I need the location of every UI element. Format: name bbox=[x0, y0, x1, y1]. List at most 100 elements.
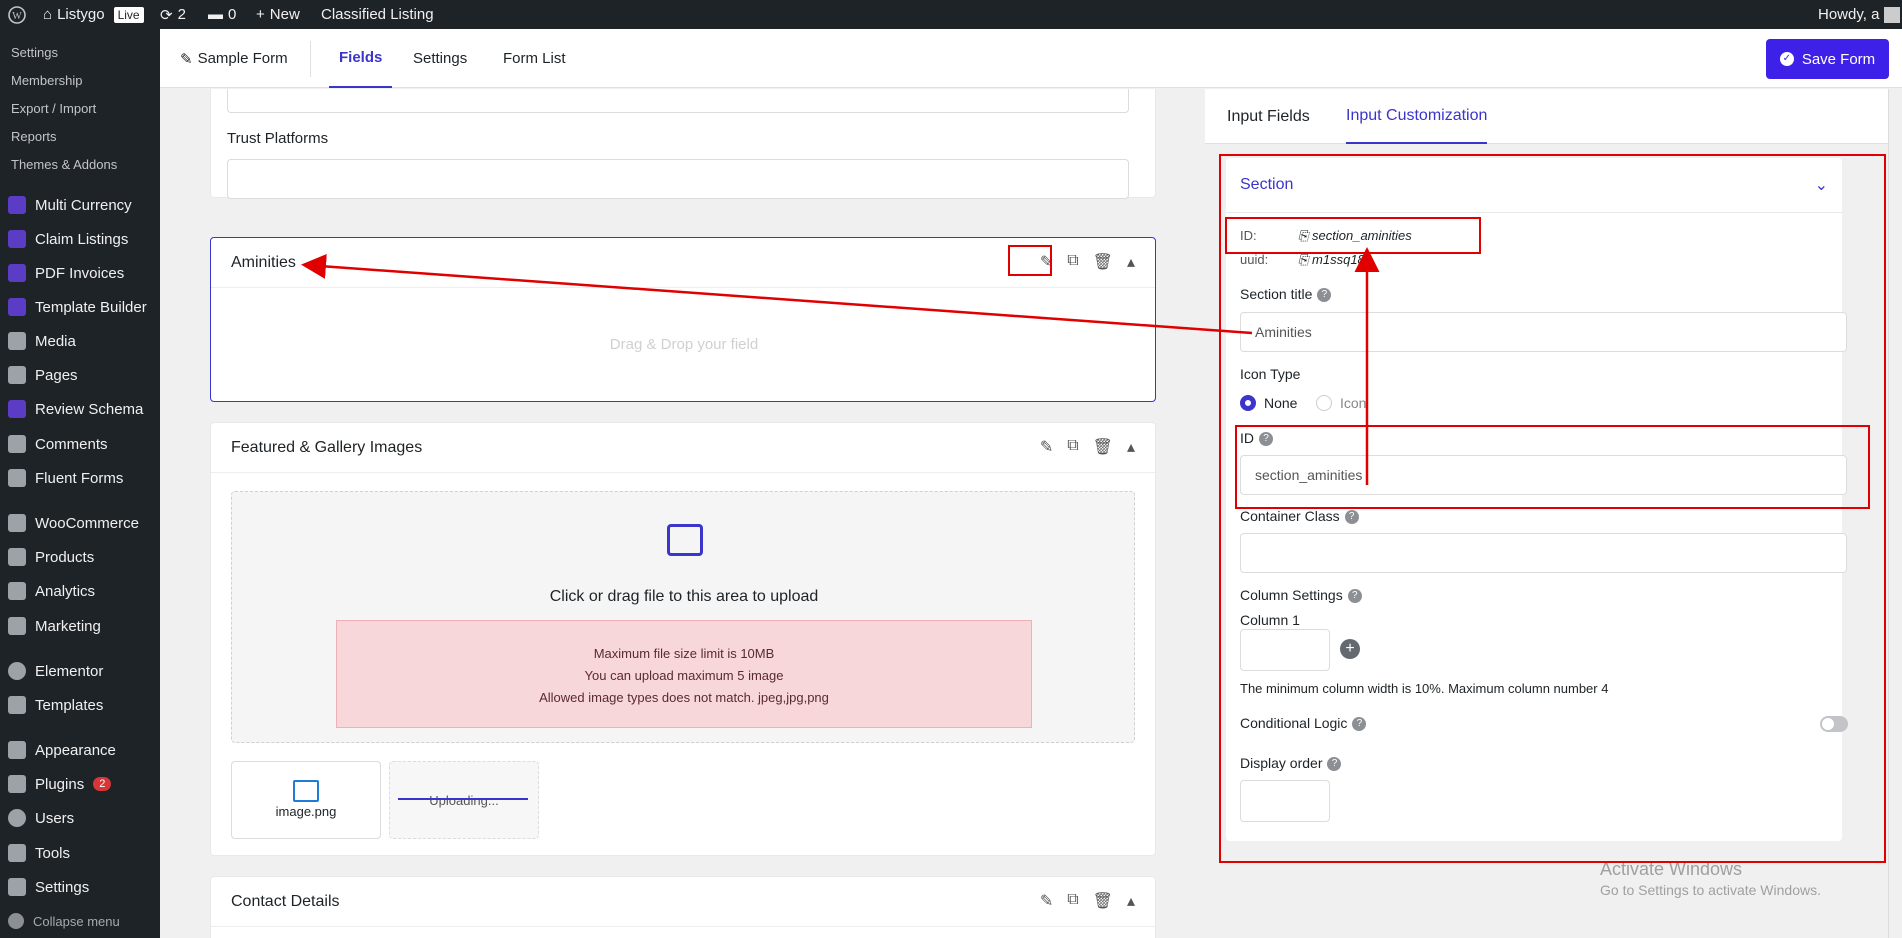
previous-input[interactable] bbox=[227, 89, 1129, 113]
sidebar-item-pages[interactable]: Pages bbox=[0, 360, 160, 390]
trash-icon[interactable]: 🗑 bbox=[1093, 891, 1113, 911]
save-form-button[interactable]: ✓ Save Form bbox=[1766, 39, 1889, 79]
icon-type-icon[interactable]: Icon bbox=[1316, 395, 1366, 411]
section-header[interactable]: Section ⌄ bbox=[1226, 158, 1842, 213]
radio-checked-icon bbox=[1240, 395, 1256, 411]
contact-section[interactable]: Contact Details ✎ ⧉ 🗑 ▴ bbox=[210, 876, 1156, 938]
copy-icon: ⎘ bbox=[1298, 252, 1309, 267]
sidebar-item-plugins[interactable]: Plugins 2 bbox=[0, 769, 160, 799]
copy-icon[interactable]: ⧉ bbox=[1067, 252, 1078, 272]
id-input[interactable]: section_aminities bbox=[1240, 455, 1847, 495]
container-class-input[interactable] bbox=[1240, 533, 1847, 573]
forms-icon bbox=[8, 469, 26, 487]
upload-text: Click or drag file to this area to uploa… bbox=[549, 588, 819, 605]
tab-input-customization[interactable]: Input Customization bbox=[1346, 89, 1488, 144]
help-icon: ? bbox=[1259, 432, 1273, 447]
uuid-value[interactable]: ⎘ m1ssq189 bbox=[1298, 252, 1372, 268]
sidebar-item-tools[interactable]: Tools bbox=[0, 838, 160, 868]
id-meta-value[interactable]: ⎘ section_aminities bbox=[1298, 228, 1412, 244]
help-icon: ? bbox=[1347, 589, 1362, 604]
sidebar-item-multi-currency[interactable]: Multi Currency bbox=[0, 190, 160, 220]
conditional-logic-toggle[interactable] bbox=[1820, 716, 1848, 732]
sidebar-item-analytics[interactable]: Analytics bbox=[0, 576, 160, 606]
live-badge: Live bbox=[113, 6, 144, 23]
add-column-icon[interactable]: + bbox=[1340, 639, 1360, 659]
sidebar-sub-membership[interactable]: Membership bbox=[11, 73, 83, 88]
classified-link[interactable]: Classified Listing bbox=[321, 0, 434, 29]
caret-up-icon[interactable]: ▴ bbox=[1127, 437, 1135, 457]
site-link[interactable]: ⌂ Listygo Live bbox=[43, 0, 144, 29]
users-icon bbox=[8, 809, 26, 827]
sidebar-item-woocommerce[interactable]: WooCommerce bbox=[0, 508, 160, 538]
help-icon: ? bbox=[1327, 757, 1342, 772]
new-link[interactable]: + New bbox=[256, 0, 300, 29]
column-1-input[interactable] bbox=[1240, 629, 1330, 671]
edit-icon[interactable]: ✎ bbox=[1040, 437, 1053, 457]
home-icon: ⌂ bbox=[43, 6, 53, 23]
sidebar-sub-themes[interactable]: Themes & Addons bbox=[11, 157, 117, 172]
aminities-header: Aminities bbox=[211, 238, 1155, 288]
sidebar-item-templates[interactable]: Templates bbox=[0, 690, 160, 720]
howdy-link[interactable]: Howdy, a bbox=[1818, 0, 1901, 29]
aminities-section[interactable]: Aminities ✎ ⧉ 🗑 ▴ Drag & Drop your field bbox=[210, 237, 1156, 402]
caret-up-icon[interactable]: ▴ bbox=[1127, 252, 1135, 272]
elementor-icon bbox=[8, 662, 26, 680]
sidebar-item-pdf-invoices[interactable]: PDF Invoices bbox=[0, 258, 160, 288]
sidebar-sub-export[interactable]: Export / Import bbox=[11, 101, 96, 116]
folder-icon bbox=[8, 696, 26, 714]
trust-platforms-input[interactable] bbox=[227, 159, 1129, 199]
copy-icon[interactable]: ⧉ bbox=[1067, 891, 1078, 911]
form-name[interactable]: ✎ Sample Form bbox=[180, 29, 288, 88]
sidebar-item-products[interactable]: Products bbox=[0, 542, 160, 572]
tab-input-fields[interactable]: Input Fields bbox=[1227, 89, 1310, 144]
form-canvas: Trust Platforms Aminities ✎ ⧉ 🗑 ▴ Drag & Dr… bbox=[160, 89, 1205, 938]
display-order-input[interactable] bbox=[1240, 780, 1330, 822]
scrollbar[interactable] bbox=[1888, 89, 1902, 938]
invoice-icon bbox=[8, 264, 26, 282]
sidebar-item-template-builder[interactable]: Template Builder bbox=[0, 292, 160, 322]
woo-icon bbox=[8, 514, 26, 532]
sidebar-item-settings[interactable]: Settings bbox=[0, 872, 160, 902]
icon-type-none[interactable]: None bbox=[1240, 395, 1297, 411]
sidebar-item-review-schema[interactable]: Review Schema bbox=[0, 394, 160, 424]
tab-fields[interactable]: Fields bbox=[329, 29, 393, 88]
drop-zone-text[interactable]: Drag & Drop your field bbox=[211, 336, 1157, 353]
sidebar-sub-reports[interactable]: Reports bbox=[11, 129, 57, 144]
tab-form-list[interactable]: Form List bbox=[503, 29, 566, 88]
updates-link[interactable]: ⟳ 2 bbox=[160, 0, 186, 29]
copy-icon[interactable]: ⧉ bbox=[1067, 437, 1078, 457]
gallery-section[interactable]: Featured & Gallery Images ✎ ⧉ 🗑 ▴ Click or … bbox=[210, 422, 1156, 856]
edit-icon[interactable]: ✎ bbox=[1040, 891, 1053, 911]
display-order-label: Display order? bbox=[1240, 755, 1342, 772]
comments-link[interactable]: ▬ 0 bbox=[208, 0, 236, 29]
tab-settings[interactable]: Settings bbox=[413, 29, 467, 88]
form-header: ✎ Sample Form Fields Settings Form List ✓… bbox=[160, 29, 1902, 88]
error-box: Maximum file size limit is 10MB You can … bbox=[336, 620, 1032, 728]
trust-card: Trust Platforms bbox=[210, 89, 1156, 199]
caret-up-icon[interactable]: ▴ bbox=[1127, 891, 1135, 911]
sidebar-item-users[interactable]: Users bbox=[0, 803, 160, 833]
trash-icon[interactable]: 🗑 bbox=[1093, 252, 1113, 272]
uploading-thumb: Uploading... bbox=[389, 761, 539, 839]
admin-bar: W ⌂ Listygo Live ⟳ 2 ▬ 0 + New Classified Lis… bbox=[0, 0, 1902, 29]
sidebar-item-fluent-forms[interactable]: Fluent Forms bbox=[0, 463, 160, 493]
sidebar-item-marketing[interactable]: Marketing bbox=[0, 611, 160, 641]
copy-icon: ⎘ bbox=[1298, 228, 1309, 243]
edit-icon[interactable]: ✎ bbox=[1040, 252, 1053, 272]
template-icon bbox=[8, 298, 26, 316]
wordpress-logo-icon[interactable]: W bbox=[8, 0, 26, 29]
comments-icon bbox=[8, 435, 26, 453]
check-circle-icon: ✓ bbox=[1779, 52, 1794, 66]
file-thumb[interactable]: image.png bbox=[231, 761, 381, 839]
activate-windows-sub: Go to Settings to activate Windows. bbox=[1600, 882, 1821, 898]
sidebar-sub-settings[interactable]: Settings bbox=[11, 45, 58, 60]
collapse-menu[interactable]: Collapse menu bbox=[0, 906, 160, 936]
sidebar-item-comments[interactable]: Comments bbox=[0, 429, 160, 459]
sidebar-item-appearance[interactable]: Appearance bbox=[0, 735, 160, 765]
upload-area[interactable]: Click or drag file to this area to uploa… bbox=[231, 491, 1135, 743]
trash-icon[interactable]: 🗑 bbox=[1093, 437, 1113, 457]
sidebar-item-claim-listings[interactable]: Claim Listings bbox=[0, 224, 160, 254]
section-title-input[interactable]: Aminities bbox=[1240, 312, 1847, 352]
sidebar-item-elementor[interactable]: Elementor bbox=[0, 656, 160, 686]
sidebar-item-media[interactable]: Media bbox=[0, 326, 160, 356]
